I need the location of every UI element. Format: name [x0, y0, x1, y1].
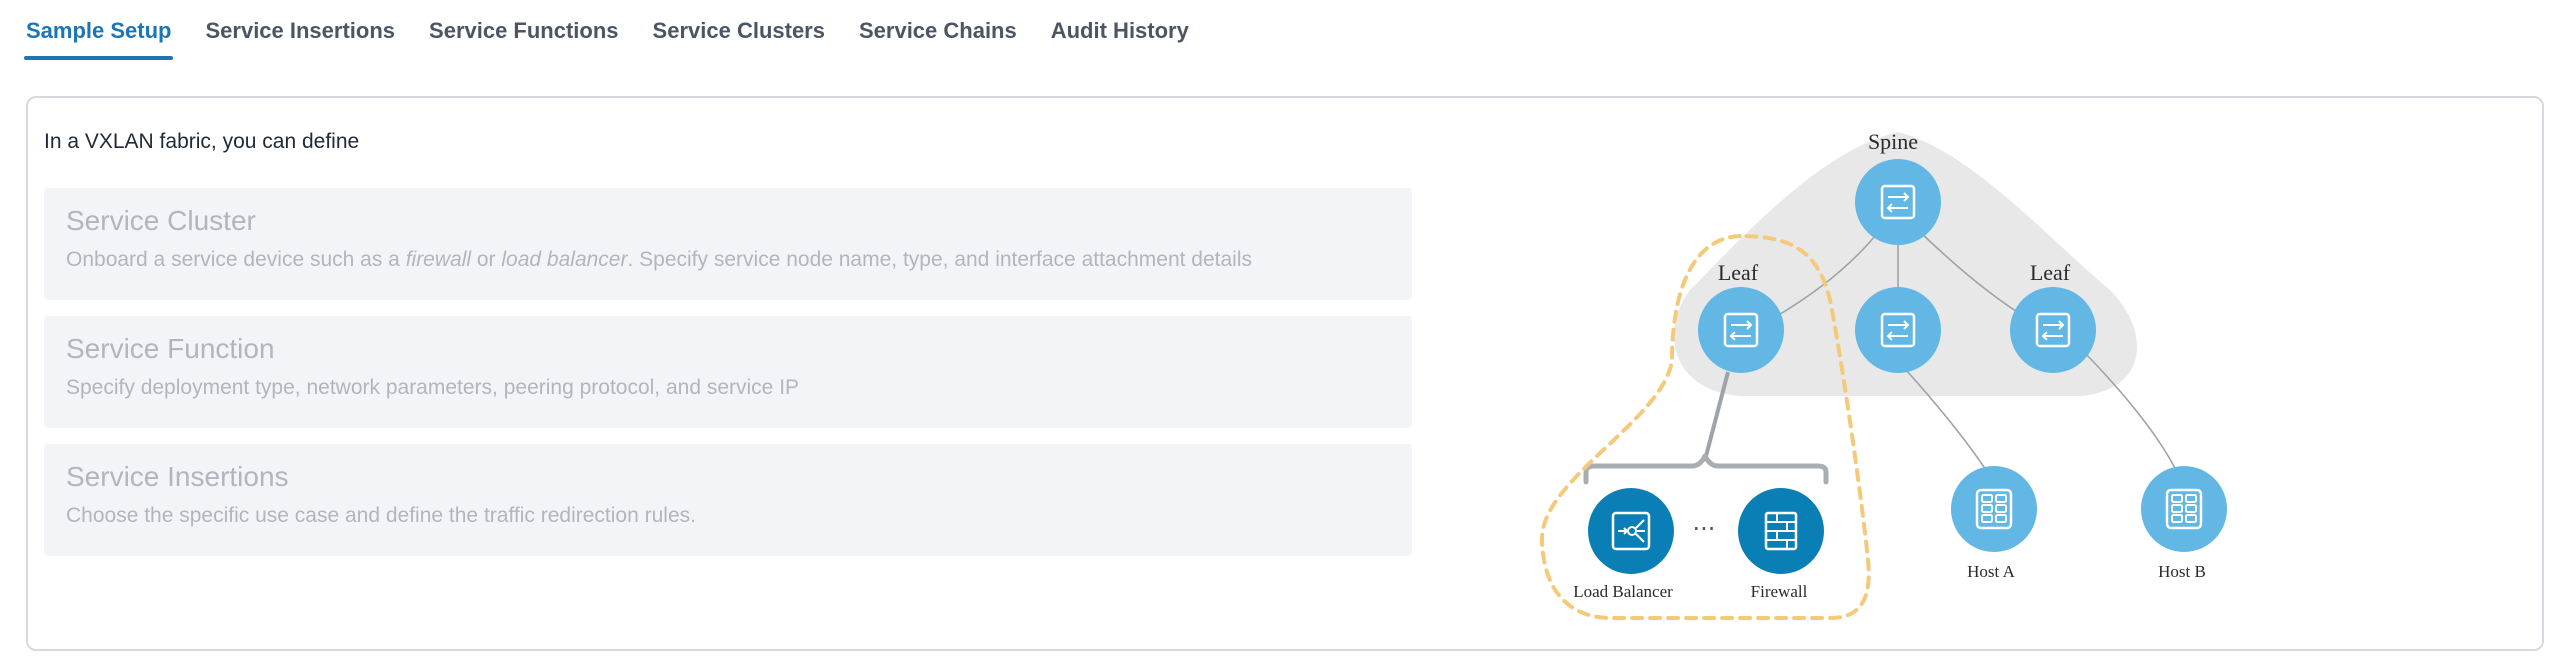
spine-switch: [1855, 159, 1941, 245]
host-a-node: [1951, 466, 2037, 552]
service-cluster-brace: [1583, 453, 1829, 485]
host-b-node: [2141, 466, 2227, 552]
vxlan-topology-diagram: Spine Leaf Leaf Load Balancer ··· Firewa…: [1539, 129, 2227, 620]
ellipsis: ···: [1693, 515, 1716, 543]
load-balancer-node: [1588, 488, 1674, 574]
leaf-label-left: Leaf: [1718, 260, 1759, 285]
leaf-switch-middle: [1855, 287, 1941, 373]
host-a-label: Host A: [1967, 562, 2015, 581]
load-balancer-label: Load Balancer: [1573, 582, 1673, 601]
leaf-switch-right: [2010, 287, 2096, 373]
leaf-label-right: Leaf: [2030, 260, 2071, 285]
firewall-label: Firewall: [1751, 582, 1808, 601]
spine-label: Spine: [1868, 129, 1918, 154]
leaf-switch-left: [1698, 287, 1784, 373]
host-b-label: Host B: [2158, 562, 2206, 581]
firewall-node: [1738, 488, 1824, 574]
